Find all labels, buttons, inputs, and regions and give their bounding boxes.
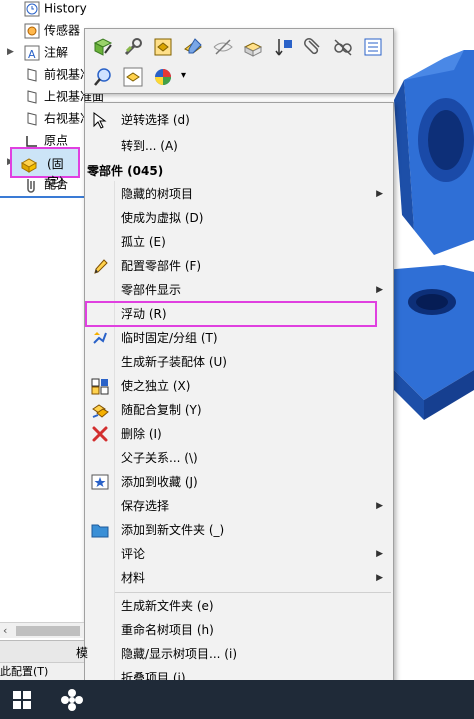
menu-item-add-to-favorites[interactable]: 添加到收藏 (J) bbox=[85, 470, 393, 494]
color-wheel-icon[interactable] bbox=[151, 65, 175, 89]
taskbar bbox=[0, 680, 474, 719]
pencil-tool-icon[interactable] bbox=[181, 35, 205, 59]
menu-item-hidden-tree-items[interactable]: 隐藏的树项目 ▶ bbox=[85, 182, 393, 206]
menu-item-copy-with-mates[interactable]: 随配合复制 (Y) bbox=[85, 398, 393, 422]
menu-item-configure-component[interactable]: 配置零部件 (F) bbox=[85, 254, 393, 278]
menu-item-comments[interactable]: 评论 ▶ bbox=[85, 542, 393, 566]
plane-icon bbox=[24, 89, 40, 105]
scroll-left-icon[interactable]: ‹ bbox=[3, 623, 7, 639]
menu-item-rename-tree-item[interactable]: 重命名树项目 (h) bbox=[85, 618, 393, 642]
tree-rollback-bar[interactable] bbox=[0, 196, 90, 198]
tab-model[interactable]: 模 bbox=[76, 644, 88, 661]
assembly-icon[interactable] bbox=[151, 35, 175, 59]
menu-section-header: 零部件 (045) bbox=[87, 164, 164, 178]
folder-icon bbox=[91, 521, 109, 539]
svg-text:A: A bbox=[28, 48, 36, 61]
menu-item-save-selection[interactable]: 保存选择 ▶ bbox=[85, 494, 393, 518]
tree-item-history[interactable]: History bbox=[24, 0, 87, 18]
3d-model-view[interactable] bbox=[384, 40, 474, 440]
favorite-icon bbox=[91, 473, 109, 491]
submenu-arrow-icon: ▶ bbox=[376, 189, 383, 199]
toolbar-dropdown-icon[interactable]: ▾ bbox=[181, 69, 186, 83]
independent-icon bbox=[91, 377, 109, 395]
fixed-component-icon[interactable] bbox=[121, 65, 145, 89]
status-text: 此配置(T) bbox=[0, 665, 49, 678]
submenu-arrow-icon: ▶ bbox=[376, 501, 383, 511]
status-bar: 此配置(T) bbox=[0, 662, 84, 680]
menu-item-component-display[interactable]: 零部件显示 ▶ bbox=[85, 278, 393, 302]
menu-item-goto[interactable]: 转到... (A) bbox=[85, 134, 393, 158]
pencil-icon bbox=[91, 257, 109, 275]
tree-horizontal-scrollbar[interactable]: ‹ bbox=[0, 622, 84, 638]
glasses-icon[interactable] bbox=[331, 35, 355, 59]
menu-item-make-independent[interactable]: 使之独立 (X) bbox=[85, 374, 393, 398]
zoom-to-selection-icon[interactable] bbox=[91, 65, 115, 89]
tree-item-sensors[interactable]: 传感器 bbox=[24, 20, 80, 40]
wrench-icon[interactable] bbox=[121, 35, 145, 59]
appearance-icon[interactable] bbox=[241, 35, 265, 59]
history-icon bbox=[24, 1, 40, 17]
menu-item-make-virtual[interactable]: 使成为虚拟 (D) bbox=[85, 206, 393, 230]
edit-part-icon[interactable] bbox=[91, 35, 115, 59]
menu-item-delete[interactable]: 删除 (I) bbox=[85, 422, 393, 446]
move-icon[interactable] bbox=[271, 35, 295, 59]
menu-separator bbox=[115, 592, 391, 593]
tree-item-annotations[interactable]: ▶ A 注解 bbox=[7, 42, 68, 62]
tree-item-mates[interactable]: 配合 bbox=[24, 174, 68, 194]
cursor-icon bbox=[91, 111, 109, 129]
menu-item-new-subassembly[interactable]: 生成新子装配体 (U) bbox=[85, 350, 393, 374]
annotation-icon: A bbox=[24, 45, 40, 61]
copy-with-mates-icon bbox=[91, 401, 109, 419]
submenu-arrow-icon: ▶ bbox=[376, 573, 383, 583]
scrollbar-thumb[interactable] bbox=[16, 626, 80, 636]
plane-icon bbox=[24, 67, 40, 83]
submenu-arrow-icon: ▶ bbox=[376, 285, 383, 295]
menu-item-material[interactable]: 材料 ▶ bbox=[85, 566, 393, 590]
context-toolbar: ▾ bbox=[84, 28, 394, 94]
menu-item-create-new-folder[interactable]: 生成新文件夹 (e) bbox=[85, 594, 393, 618]
delete-icon bbox=[91, 425, 109, 443]
menu-item-parent-child[interactable]: 父子关系... (\) bbox=[85, 446, 393, 470]
hide-icon[interactable] bbox=[211, 35, 235, 59]
mates-icon bbox=[24, 177, 40, 193]
component-icon bbox=[20, 155, 38, 173]
menu-item-invert-selection[interactable]: 逆转选择 (d) bbox=[85, 108, 393, 132]
paperclip-icon[interactable] bbox=[301, 35, 325, 59]
properties-icon[interactable] bbox=[361, 35, 385, 59]
bottom-tab-strip: 模 bbox=[0, 640, 88, 662]
app-taskbar-icon[interactable] bbox=[60, 688, 84, 712]
sensor-icon bbox=[24, 23, 40, 39]
menu-item-add-to-new-folder[interactable]: 添加到新文件夹 (_) bbox=[85, 518, 393, 542]
menu-item-float[interactable]: 浮动 (R) bbox=[85, 302, 393, 326]
context-menu: 逆转选择 (d) 转到... (A) 零部件 (045) 隐藏的树项目 ▶ 使成… bbox=[84, 102, 394, 719]
submenu-arrow-icon: ▶ bbox=[376, 549, 383, 559]
expand-arrow-icon[interactable]: ▶ bbox=[7, 42, 17, 62]
plane-icon bbox=[24, 111, 40, 127]
windows-start-icon[interactable] bbox=[10, 688, 34, 712]
menu-item-temp-fix-group[interactable]: 临时固定/分组 (T) bbox=[85, 326, 393, 350]
menu-item-isolate[interactable]: 孤立 (E) bbox=[85, 230, 393, 254]
menu-item-hide-show-tree-items[interactable]: 隐藏/显示树项目... (i) bbox=[85, 642, 393, 666]
pin-icon bbox=[91, 329, 109, 347]
